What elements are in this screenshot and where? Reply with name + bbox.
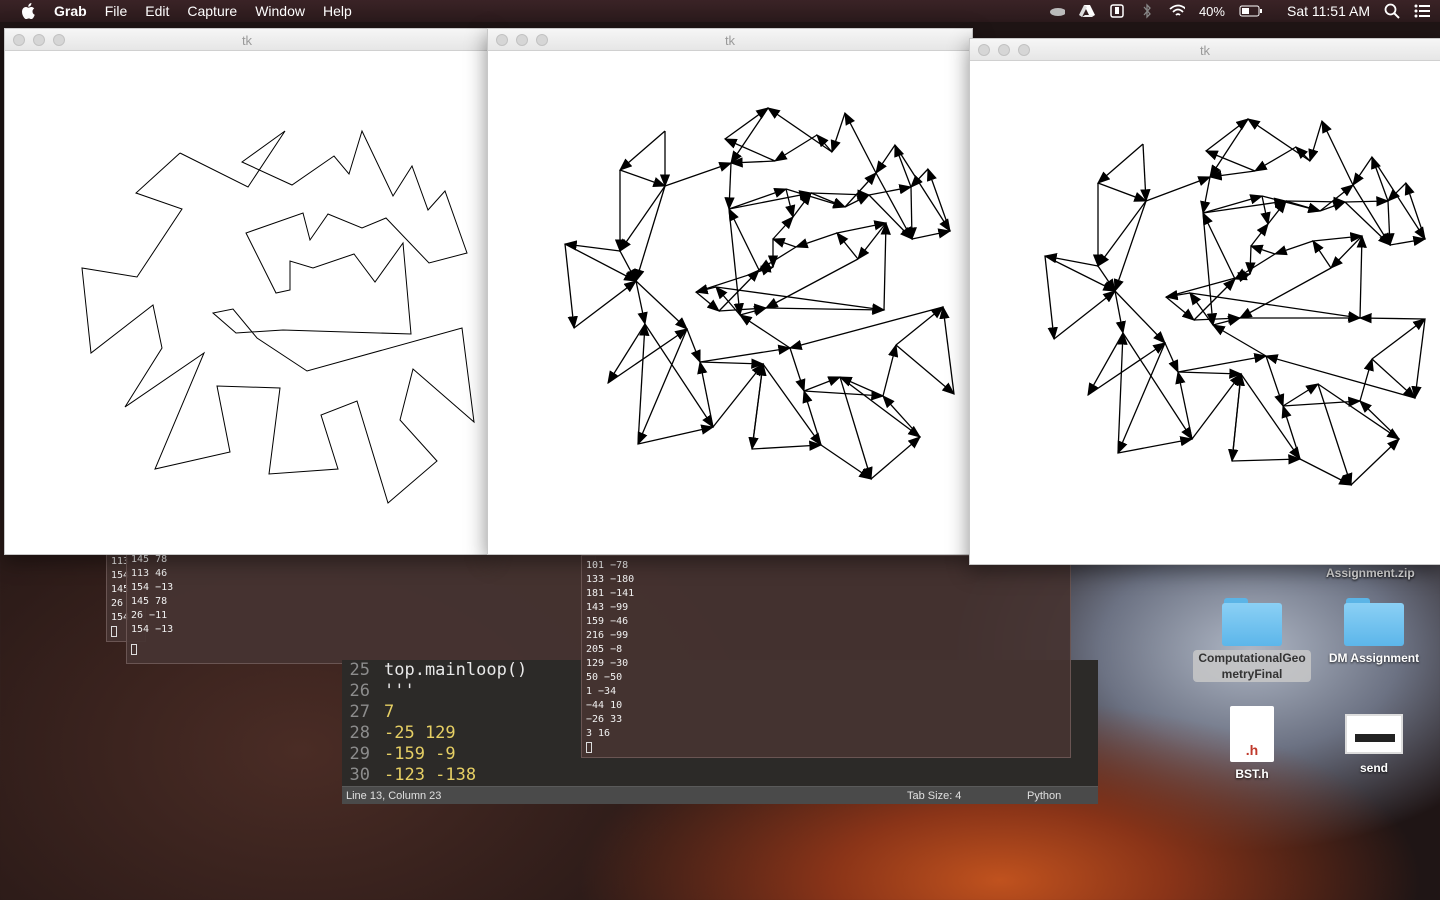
menu-edit[interactable]: Edit [145,0,169,22]
folder-label: DM Assignment [1328,651,1420,665]
code-line[interactable]: -123 -138 [384,765,476,786]
terminal-line: 143 −99 [586,602,629,613]
code-line[interactable]: 7 [384,702,394,723]
folder-icon [1344,598,1404,646]
window-title: tk [1199,43,1211,58]
line-number: 29 [349,744,370,764]
terminal-line: 26 −11 [131,610,168,621]
terminal-window-left[interactable]: 145 78 113 46 154 −13 145 78 26 −11 154 … [126,550,596,664]
terminal-line: 1 −34 [586,686,617,697]
code-line[interactable]: top.mainloop() [384,660,527,681]
tk-window-triangulation[interactable]: tk [487,28,973,555]
window-title: tk [241,33,253,48]
bluetooth-icon[interactable] [1139,3,1155,19]
terminal-line: −26 33 [586,714,623,725]
window-titlebar[interactable]: tk [970,39,1440,61]
polygon-canvas [81,129,475,504]
line-number: 26 [349,681,370,701]
terminal-window-right[interactable]: 101 −78 133 −180 181 −141 143 −99 159 −4… [581,555,1071,758]
line-number: 25 [349,660,370,680]
battery-icon[interactable] [1239,3,1263,19]
header-file-icon: .h [1230,706,1274,762]
terminal-line: 145 78 [131,554,168,565]
notification-center-icon[interactable] [1414,3,1430,19]
terminal-line: 145 78 [131,596,168,607]
code-line[interactable]: -25 129 [384,723,456,744]
terminal-cursor [111,625,117,637]
battery-percent: 40% [1198,3,1225,19]
search-icon[interactable] [1384,3,1400,19]
desktop-folder-dm-assignment[interactable]: DM Assignment [1314,598,1434,666]
terminal-line: 129 −30 [586,658,629,669]
menu-app-name[interactable]: Grab [54,0,87,22]
line-number: 27 [349,702,370,722]
tab-size-selector[interactable]: Tab Size: 4 [907,787,961,805]
folder-label: ComputationalGeometryFinal [1193,650,1311,682]
code-line[interactable]: ''' [384,681,415,702]
arrow-graph-canvas [1043,118,1427,487]
drive-icon[interactable] [1078,3,1095,19]
terminal-line: 181 −141 [586,588,635,599]
arrow-graph-canvas [563,107,955,481]
desktop-file-bst-h[interactable]: .h BST.h [1192,706,1312,782]
terminal-line: 216 −99 [586,630,629,641]
menu-bar: Grab File Edit Capture Window Help 40% S… [0,0,1440,22]
line-number: 30 [349,765,370,785]
line-number: 28 [349,723,370,743]
terminal-cursor [586,741,592,753]
wifi-icon[interactable] [1169,3,1185,19]
terminal-line: 205 −8 [586,644,623,655]
editor-status-bar: Line 13, Column 23 Tab Size: 4 Python [342,786,1098,804]
terminal-line: 50 −50 [586,672,623,683]
tk-window-polygon[interactable]: tk [4,28,490,555]
image-thumbnail-icon [1345,714,1403,754]
terminal-line: 133 −180 [586,574,635,585]
code-line[interactable]: -159 -9 [384,744,456,765]
terminal-line: 113 46 [131,568,168,579]
window-title: tk [724,33,736,48]
file-label: BST.h [1235,767,1269,781]
terminal-line: 3 16 [586,728,611,739]
menu-file[interactable]: File [105,0,128,22]
cursor-position[interactable]: Line 13, Column 23 [346,787,441,805]
menu-help[interactable]: Help [323,0,352,22]
menu-window[interactable]: Window [255,0,305,22]
tk-window-dual-graph[interactable]: tk [969,38,1440,565]
terminal-line: 154 −13 [131,582,174,593]
terminal-line: 154 −13 [131,624,174,635]
terminal-cursor [131,643,137,655]
desktop-file-send[interactable]: send [1314,706,1434,776]
bookmark-app-icon[interactable] [1109,3,1125,19]
terminal-line: 159 −46 [586,616,629,627]
desktop-zip-label[interactable]: Assignment.zip [1326,566,1415,580]
window-titlebar[interactable]: tk [5,29,489,51]
menu-capture[interactable]: Capture [187,0,237,22]
cloud-icon[interactable] [1049,3,1065,19]
folder-icon [1222,598,1282,646]
terminal-line: −44 10 [586,700,623,711]
syntax-selector[interactable]: Python [1027,787,1061,805]
desktop-folder-computational-geometry[interactable]: ComputationalGeometryFinal [1192,598,1312,682]
file-label: send [1359,761,1388,775]
window-titlebar[interactable]: tk [488,29,972,51]
apple-icon[interactable] [18,0,38,22]
clock[interactable]: Sat 11:51 AM [1287,3,1370,19]
